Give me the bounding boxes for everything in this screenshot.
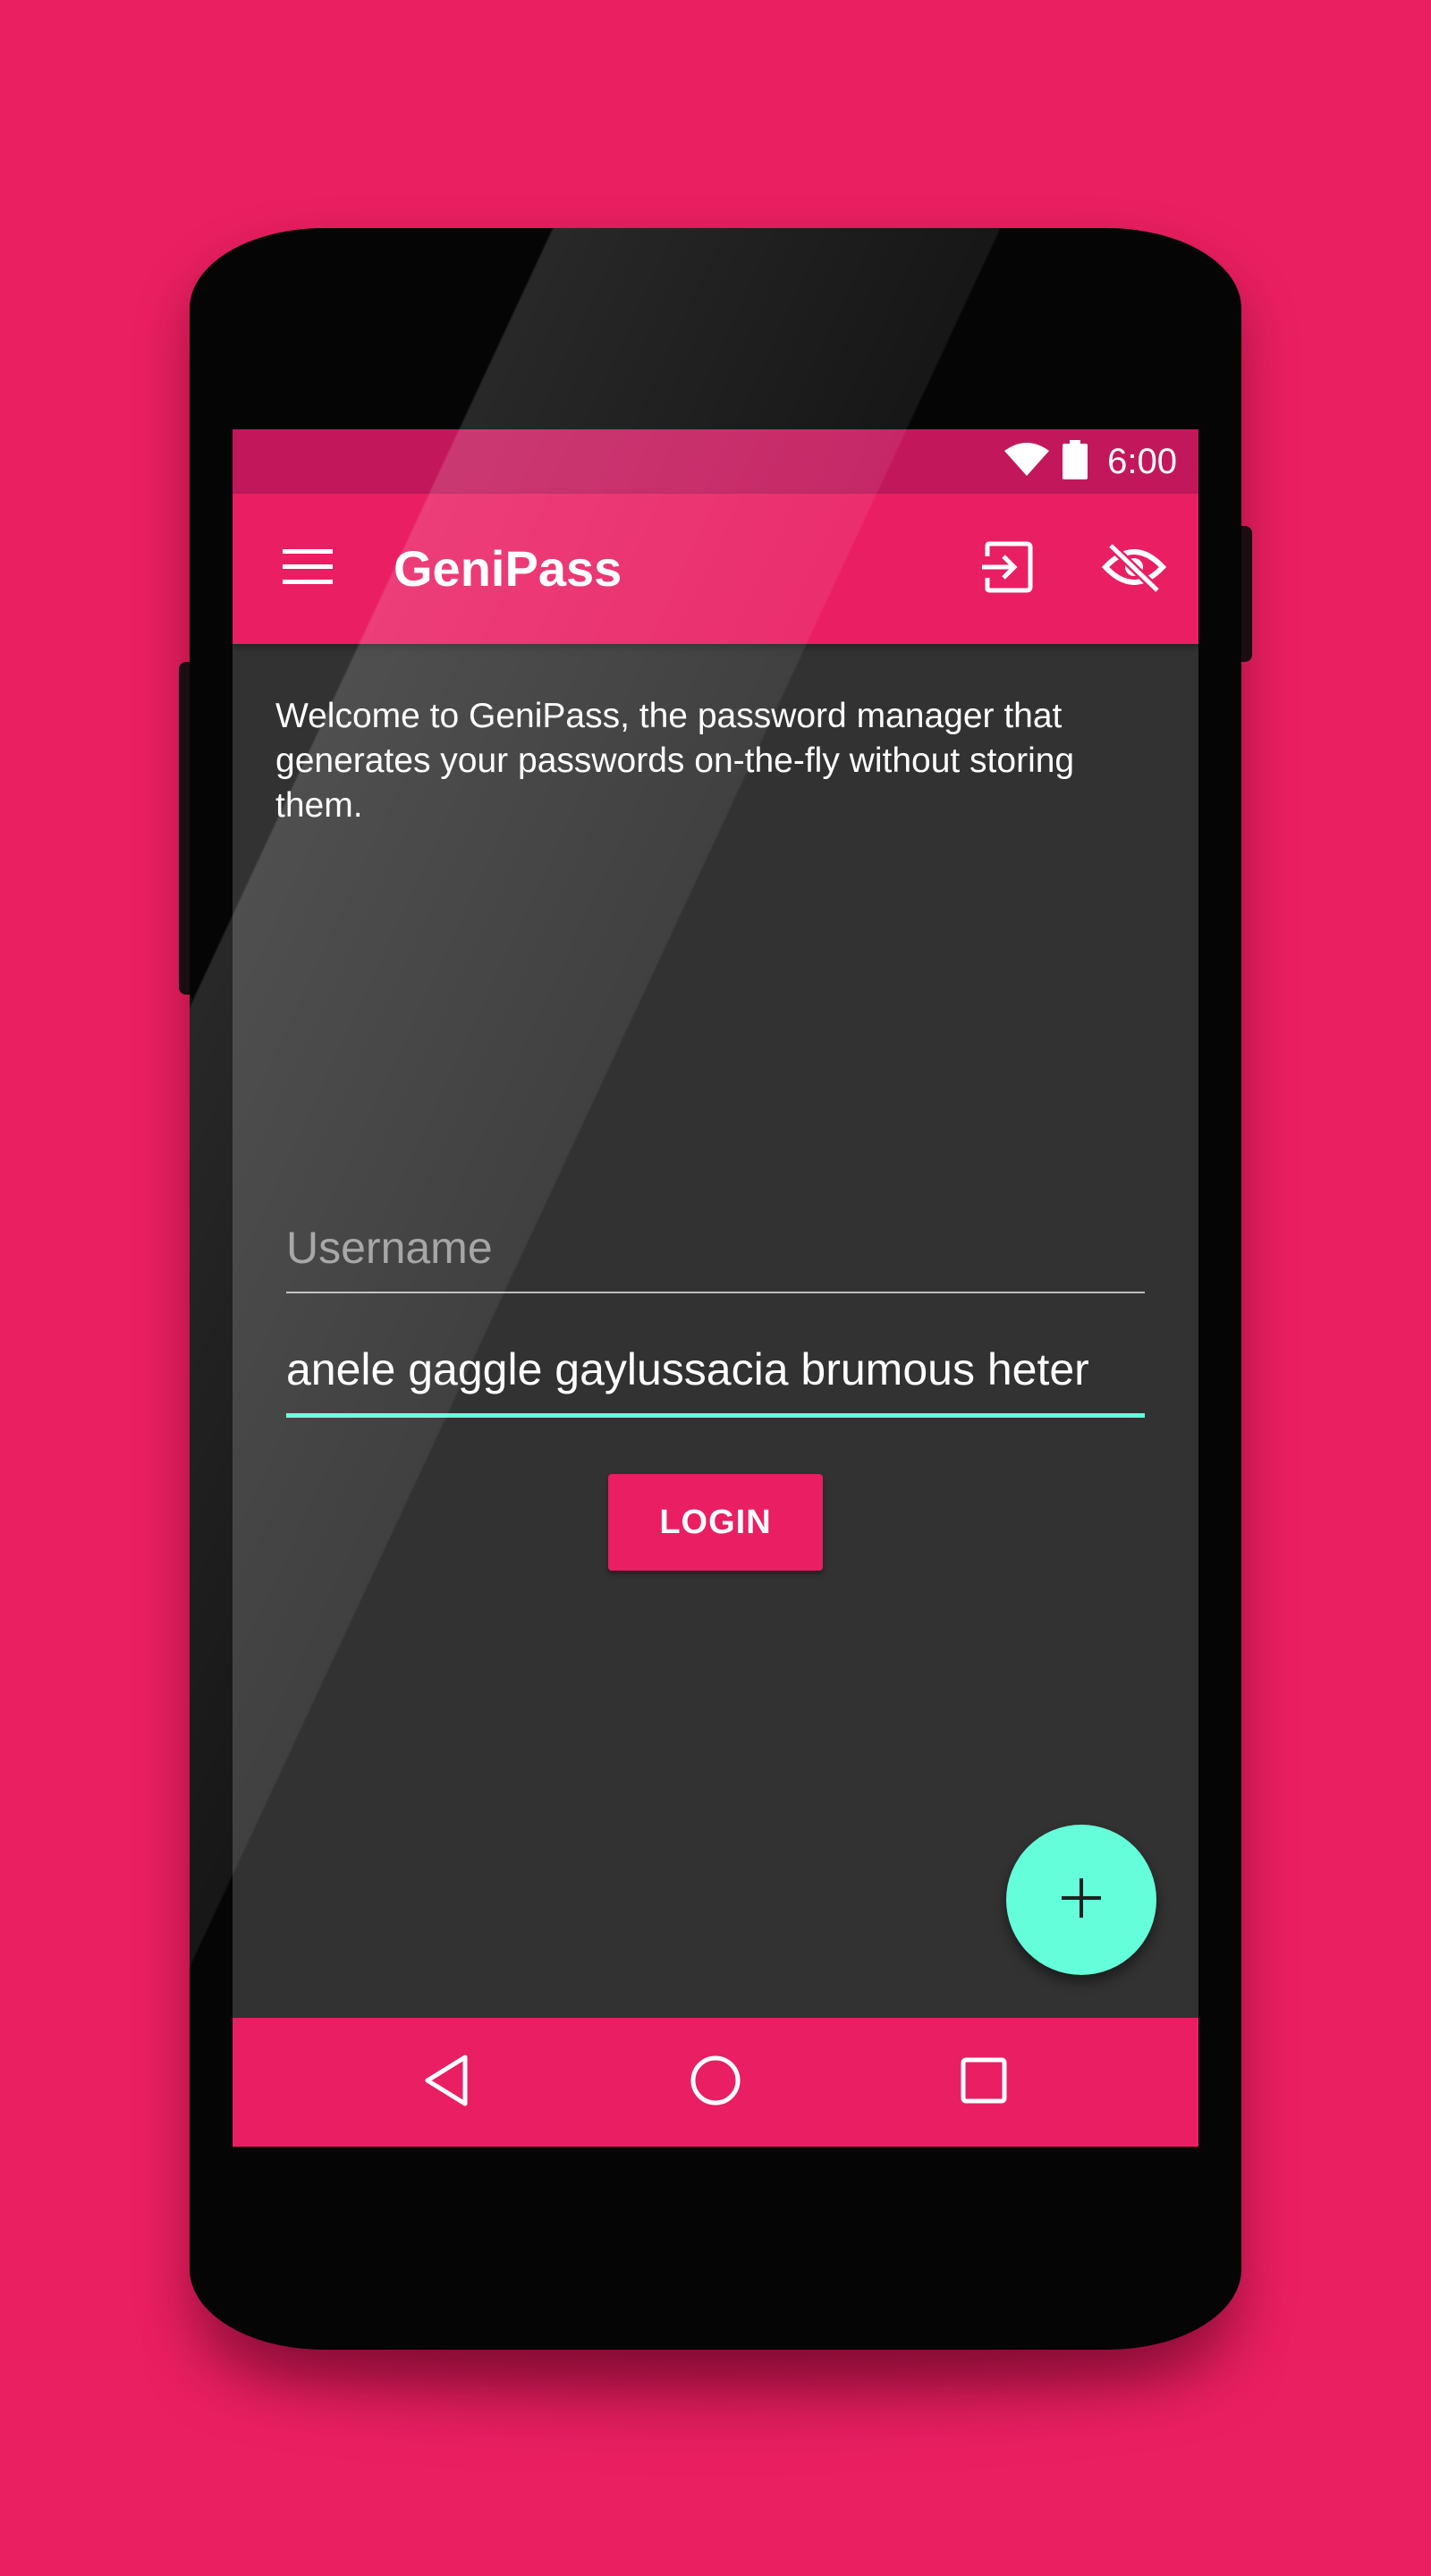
visibility-toggle-button[interactable] xyxy=(1097,531,1172,606)
add-fab-button[interactable] xyxy=(1006,1825,1156,1975)
visibility-off-icon xyxy=(1101,541,1167,597)
wifi-icon xyxy=(1003,442,1050,482)
welcome-text: Welcome to GeniPass, the password manage… xyxy=(275,697,1075,825)
home-button[interactable] xyxy=(671,2038,760,2127)
login-button[interactable]: LOGIN xyxy=(608,1474,823,1571)
recents-icon xyxy=(959,2055,1009,2110)
status-bar: 6:00 xyxy=(233,429,1198,494)
recents-button[interactable] xyxy=(939,2038,1029,2127)
menu-button[interactable] xyxy=(270,531,345,606)
app-bar: GeniPass xyxy=(233,494,1198,644)
battery-icon xyxy=(1063,439,1088,484)
username-placeholder: Username xyxy=(286,1223,493,1273)
main-content: Welcome to GeniPass, the password manage… xyxy=(233,644,1198,2018)
back-icon xyxy=(422,2054,472,2112)
password-field[interactable]: anele gaggle gaylussacia brumous heter xyxy=(286,1338,1145,1418)
username-field[interactable]: Username xyxy=(286,1216,1145,1293)
login-icon xyxy=(978,538,1036,600)
login-action-button[interactable] xyxy=(970,531,1045,606)
stage: 6:00 GeniPass Welcome to GeniPass, the p… xyxy=(0,0,1431,2576)
app-title: GeniPass xyxy=(394,540,622,597)
username-underline xyxy=(286,1292,1145,1293)
plus-icon xyxy=(1062,1877,1101,1922)
password-value: anele gaggle gaylussacia brumous heter xyxy=(286,1344,1089,1394)
status-time: 6:00 xyxy=(1107,441,1177,481)
menu-icon xyxy=(281,547,334,591)
password-underline xyxy=(286,1413,1145,1418)
status-icons: 6:00 xyxy=(1003,429,1177,494)
navigation-bar xyxy=(233,2018,1198,2147)
home-icon xyxy=(689,2054,742,2112)
screen: 6:00 GeniPass Welcome to GeniPass, the p… xyxy=(233,429,1198,2147)
back-button[interactable] xyxy=(402,2038,492,2127)
